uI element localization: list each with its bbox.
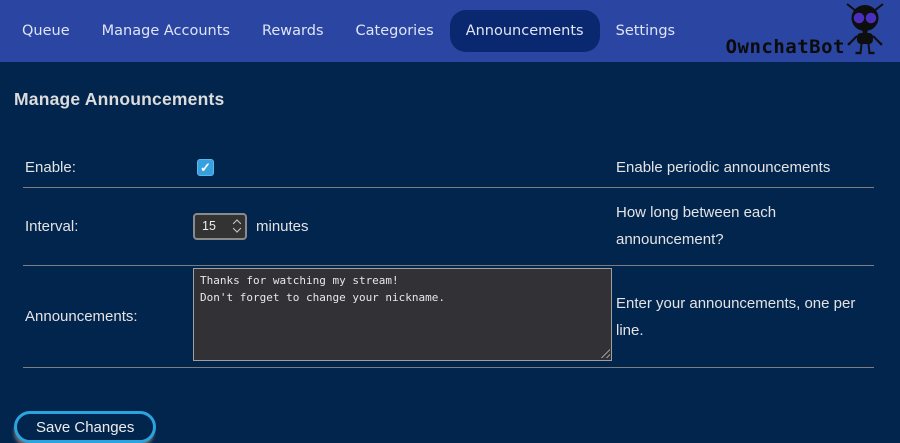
nav-tab-categories[interactable]: Categories <box>340 10 450 52</box>
app-window: Queue Manage Accounts Rewards Categories… <box>0 0 900 436</box>
announcements-control-cell: Thanks for watching my stream! Don't for… <box>193 266 616 368</box>
save-row: Save Changes <box>14 411 886 443</box>
enable-label: Enable: <box>23 148 193 188</box>
navbar: Queue Manage Accounts Rewards Categories… <box>0 0 900 62</box>
enable-help-text: Enable periodic announcements <box>616 148 874 188</box>
brand-name: OwnchatBot <box>726 36 845 58</box>
save-changes-button[interactable]: Save Changes <box>14 411 156 443</box>
announcements-textarea[interactable]: Thanks for watching my stream! Don't for… <box>193 268 612 361</box>
interval-unit-label: minutes <box>256 218 309 235</box>
nav-tab-announcements[interactable]: Announcements <box>450 10 600 52</box>
spinner-down-icon[interactable] <box>234 228 241 232</box>
enable-control-cell: ✓ <box>193 148 616 188</box>
checkbox-checked-icon: ✓ <box>200 161 211 174</box>
nav-tab-queue[interactable]: Queue <box>6 10 86 52</box>
main-content: Manage Announcements Enable: ✓ Enable pe… <box>0 89 900 443</box>
settings-table: Enable: ✓ Enable periodic announcements … <box>23 148 874 368</box>
page-title: Manage Announcements <box>14 89 886 110</box>
nav-tab-rewards[interactable]: Rewards <box>246 10 340 52</box>
nav-tab-manage-accounts[interactable]: Manage Accounts <box>86 10 246 52</box>
announcements-help-text: Enter your announcements, one per line. <box>616 266 874 368</box>
interval-control-cell: minutes <box>193 188 616 266</box>
robot-mascot-icon <box>842 3 888 61</box>
announcements-label: Announcements: <box>23 266 193 368</box>
nav-tab-settings[interactable]: Settings <box>600 10 691 52</box>
interval-label: Interval: <box>23 188 193 266</box>
row-interval: Interval: minutes How long between each … <box>23 188 874 266</box>
interval-help-text: How long between each announcement? <box>616 188 874 266</box>
number-spinner[interactable] <box>234 221 241 232</box>
row-enable: Enable: ✓ Enable periodic announcements <box>23 148 874 188</box>
brand-logo: OwnchatBot <box>726 3 888 61</box>
row-announcements: Announcements: Thanks for watching my st… <box>23 266 874 368</box>
enable-checkbox[interactable]: ✓ <box>197 159 214 176</box>
